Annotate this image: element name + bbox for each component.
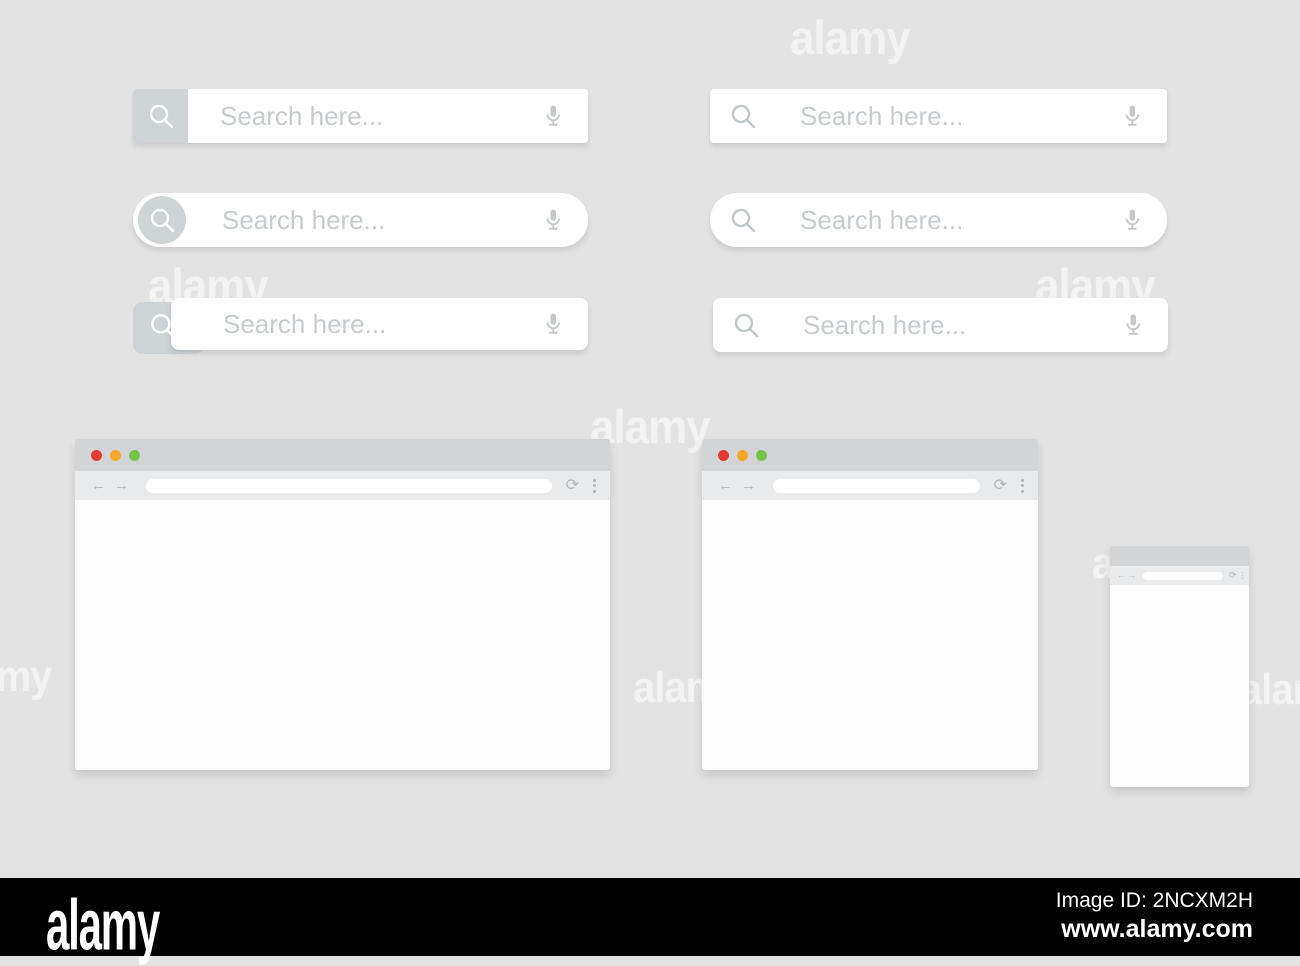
alamy-logo: alamy xyxy=(46,885,160,965)
url-bar[interactable] xyxy=(1143,571,1223,580)
microphone-icon[interactable] xyxy=(1119,207,1145,233)
window-titlebar[interactable] xyxy=(75,439,610,471)
minimize-button[interactable] xyxy=(110,449,121,461)
search-bar-square-attached[interactable]: Search here... xyxy=(133,89,588,143)
watermark: alamy xyxy=(0,653,52,701)
page-content xyxy=(702,500,1038,770)
browser-toolbar: ← → ⟳ xyxy=(75,471,610,500)
website-url: www.alamy.com xyxy=(1061,915,1253,943)
browser-window-large: ← → ⟳ xyxy=(75,439,610,770)
footer-bar: alamy Image ID: 2NCXM2H www.alamy.com xyxy=(0,878,1300,965)
refresh-icon[interactable]: ⟳ xyxy=(566,477,579,494)
search-input[interactable]: Search here... xyxy=(800,101,1119,132)
microphone-icon[interactable] xyxy=(1120,312,1146,338)
menu-icon[interactable] xyxy=(593,478,596,493)
search-input[interactable]: Search here... xyxy=(220,101,540,132)
watermark: alamy xyxy=(1240,666,1300,714)
url-bar[interactable] xyxy=(146,478,552,493)
search-input[interactable]: Search here... xyxy=(800,205,1119,236)
forward-icon[interactable]: → xyxy=(114,478,129,493)
close-button[interactable] xyxy=(718,449,729,461)
search-icon xyxy=(151,314,177,340)
browser-toolbar: ← → ⟳ xyxy=(1110,566,1249,585)
back-icon[interactable]: ← xyxy=(91,478,106,493)
page-content xyxy=(1110,585,1249,787)
search-input[interactable]: Search here... xyxy=(222,205,540,236)
microphone-icon[interactable] xyxy=(540,311,566,337)
window-titlebar[interactable] xyxy=(1110,546,1249,566)
image-id: Image ID: 2NCXM2H xyxy=(1055,889,1253,912)
browser-toolbar: ← → ⟳ xyxy=(702,471,1038,500)
refresh-icon[interactable]: ⟳ xyxy=(1229,571,1237,580)
forward-icon[interactable]: → xyxy=(1128,571,1136,580)
maximize-button[interactable] xyxy=(129,449,140,461)
menu-icon[interactable] xyxy=(1241,571,1243,580)
search-bar-pill-plain[interactable]: Search here... xyxy=(710,193,1167,247)
page-content xyxy=(75,500,610,770)
refresh-icon[interactable]: ⟳ xyxy=(994,477,1007,494)
search-input[interactable]: Search here... xyxy=(223,309,540,340)
window-controls xyxy=(718,449,767,461)
search-icon xyxy=(149,104,173,129)
canvas: alamy alamy alamy alamy alamy alamy alam… xyxy=(0,0,1300,965)
browser-window-medium: ← → ⟳ xyxy=(702,439,1038,770)
search-bar-rounded-plain[interactable]: Search here... xyxy=(713,298,1168,352)
search-icon[interactable] xyxy=(731,310,761,340)
search-bar-pill-circle[interactable]: Search here... xyxy=(133,193,588,247)
window-titlebar[interactable] xyxy=(702,439,1038,471)
search-bar-square-plain[interactable]: Search here... xyxy=(710,89,1167,143)
search-button[interactable] xyxy=(133,89,188,143)
close-button[interactable] xyxy=(91,449,102,461)
minimize-button[interactable] xyxy=(737,449,748,461)
back-icon[interactable]: ← xyxy=(718,478,733,493)
search-icon[interactable] xyxy=(728,205,758,235)
microphone-icon[interactable] xyxy=(540,207,566,233)
back-icon[interactable]: ← xyxy=(1117,571,1125,580)
url-bar[interactable] xyxy=(773,478,980,493)
watermark: alamy xyxy=(790,11,911,65)
browser-window-small: ← → ⟳ xyxy=(1110,546,1249,787)
menu-icon[interactable] xyxy=(1021,478,1024,493)
search-icon xyxy=(150,208,175,233)
search-button[interactable] xyxy=(138,196,186,244)
search-bar-rounded-tab[interactable]: Search here... xyxy=(133,297,588,355)
microphone-icon[interactable] xyxy=(1119,103,1145,129)
window-controls xyxy=(91,449,140,461)
microphone-icon[interactable] xyxy=(540,103,566,129)
search-icon[interactable] xyxy=(728,101,758,131)
maximize-button[interactable] xyxy=(756,449,767,461)
search-input[interactable]: Search here... xyxy=(803,310,1120,341)
forward-icon[interactable]: → xyxy=(741,478,756,493)
